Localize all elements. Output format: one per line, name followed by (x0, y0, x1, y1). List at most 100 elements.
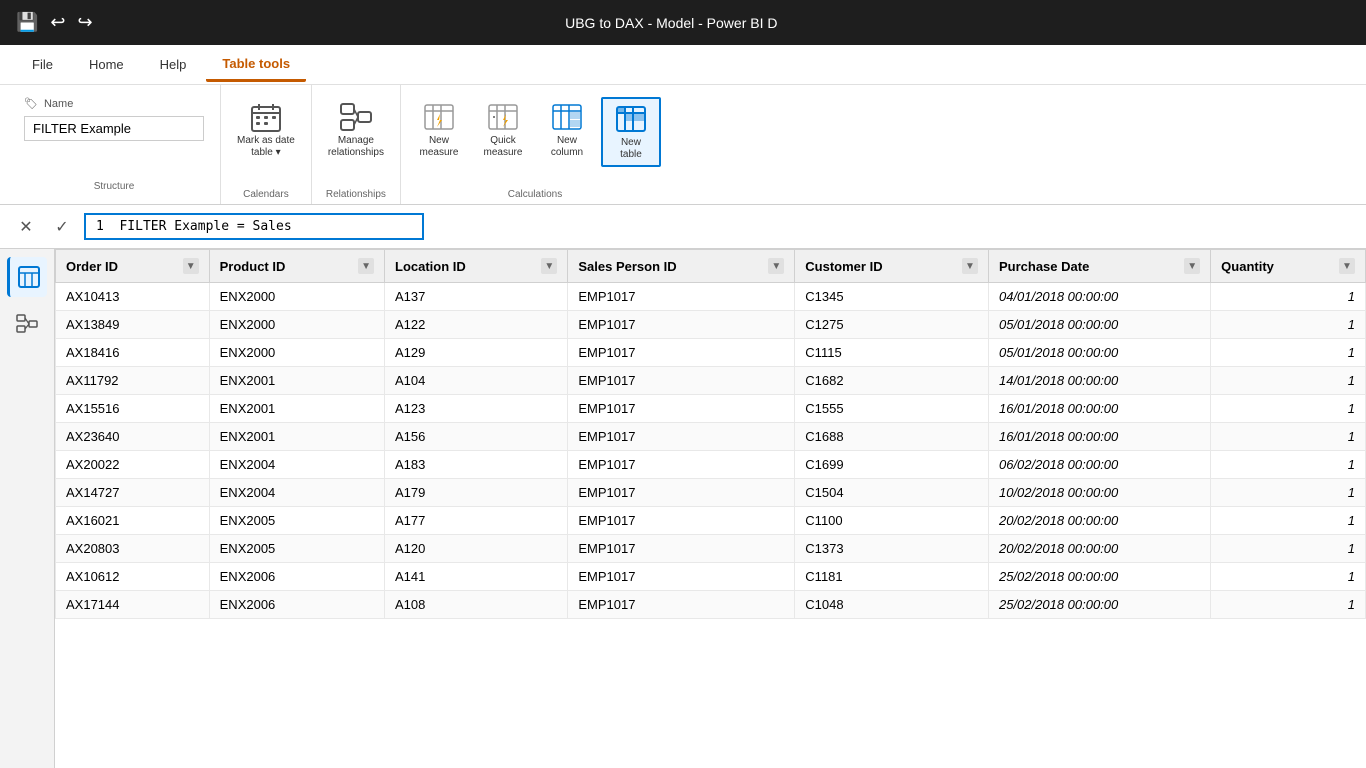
purchase-date-filter-btn[interactable]: ▼ (1184, 258, 1200, 274)
save-icon[interactable]: 💾 (16, 12, 38, 33)
table-cell[interactable]: 16/01/2018 00:00:00 (988, 423, 1210, 451)
order-id-filter-btn[interactable]: ▼ (183, 258, 199, 274)
table-cell[interactable]: C1688 (795, 423, 989, 451)
table-cell[interactable]: A123 (385, 395, 568, 423)
table-cell[interactable]: EMP1017 (568, 535, 795, 563)
table-cell[interactable]: 1 (1211, 507, 1366, 535)
data-grid[interactable]: Order ID ▼ Product ID ▼ Location ID (55, 249, 1366, 768)
formula-input[interactable] (84, 213, 424, 240)
table-cell[interactable]: AX20022 (56, 451, 210, 479)
table-cell[interactable]: ENX2006 (209, 563, 384, 591)
table-cell[interactable]: 25/02/2018 00:00:00 (988, 591, 1210, 619)
table-cell[interactable]: C1181 (795, 563, 989, 591)
table-cell[interactable]: 1 (1211, 451, 1366, 479)
table-cell[interactable]: A179 (385, 479, 568, 507)
table-cell[interactable]: C1504 (795, 479, 989, 507)
table-cell[interactable]: C1100 (795, 507, 989, 535)
table-cell[interactable]: EMP1017 (568, 507, 795, 535)
table-cell[interactable]: C1682 (795, 367, 989, 395)
table-cell[interactable]: EMP1017 (568, 423, 795, 451)
table-cell[interactable]: AX18416 (56, 339, 210, 367)
table-cell[interactable]: EMP1017 (568, 451, 795, 479)
table-cell[interactable]: AX10612 (56, 563, 210, 591)
table-cell[interactable]: ENX2001 (209, 367, 384, 395)
table-cell[interactable]: 04/01/2018 00:00:00 (988, 283, 1210, 311)
table-cell[interactable]: EMP1017 (568, 367, 795, 395)
mark-as-date-table-button[interactable]: Mark as datetable ▾ (229, 97, 303, 163)
table-cell[interactable]: A177 (385, 507, 568, 535)
location-id-filter-btn[interactable]: ▼ (541, 258, 557, 274)
sidebar-table-view-icon[interactable] (7, 257, 47, 297)
table-cell[interactable]: AX15516 (56, 395, 210, 423)
table-cell[interactable]: AX16021 (56, 507, 210, 535)
menu-help[interactable]: Help (144, 49, 203, 80)
quantity-filter-btn[interactable]: ▼ (1339, 258, 1355, 274)
table-cell[interactable]: C1048 (795, 591, 989, 619)
quick-measure-button[interactable]: Quickmeasure (473, 97, 533, 163)
undo-icon[interactable]: ↩ (50, 12, 65, 33)
table-cell[interactable]: ENX2006 (209, 591, 384, 619)
redo-icon[interactable]: ↪ (78, 12, 93, 33)
table-cell[interactable]: 10/02/2018 00:00:00 (988, 479, 1210, 507)
product-id-filter-btn[interactable]: ▼ (358, 258, 374, 274)
table-cell[interactable]: EMP1017 (568, 339, 795, 367)
table-cell[interactable]: AX20803 (56, 535, 210, 563)
table-cell[interactable]: EMP1017 (568, 311, 795, 339)
table-cell[interactable]: 1 (1211, 423, 1366, 451)
table-cell[interactable]: EMP1017 (568, 591, 795, 619)
table-cell[interactable]: ENX2005 (209, 535, 384, 563)
table-cell[interactable]: AX13849 (56, 311, 210, 339)
table-cell[interactable]: A104 (385, 367, 568, 395)
table-cell[interactable]: A141 (385, 563, 568, 591)
table-cell[interactable]: 1 (1211, 367, 1366, 395)
menu-file[interactable]: File (16, 49, 69, 80)
new-table-button[interactable]: Newtable (601, 97, 661, 167)
table-cell[interactable]: C1699 (795, 451, 989, 479)
table-cell[interactable]: A156 (385, 423, 568, 451)
table-cell[interactable]: 1 (1211, 591, 1366, 619)
menu-home[interactable]: Home (73, 49, 140, 80)
table-cell[interactable]: 05/01/2018 00:00:00 (988, 311, 1210, 339)
table-cell[interactable]: 1 (1211, 311, 1366, 339)
table-cell[interactable]: AX17144 (56, 591, 210, 619)
table-cell[interactable]: ENX2004 (209, 451, 384, 479)
formula-confirm-button[interactable]: ✓ (48, 213, 76, 241)
new-measure-button[interactable]: Newmeasure (409, 97, 469, 163)
table-cell[interactable]: 16/01/2018 00:00:00 (988, 395, 1210, 423)
table-cell[interactable]: C1373 (795, 535, 989, 563)
table-cell[interactable]: C1115 (795, 339, 989, 367)
table-cell[interactable]: A137 (385, 283, 568, 311)
table-name-input[interactable] (24, 116, 204, 141)
table-cell[interactable]: A183 (385, 451, 568, 479)
table-cell[interactable]: 06/02/2018 00:00:00 (988, 451, 1210, 479)
table-cell[interactable]: A122 (385, 311, 568, 339)
table-cell[interactable]: ENX2000 (209, 311, 384, 339)
table-cell[interactable]: EMP1017 (568, 283, 795, 311)
table-cell[interactable]: AX14727 (56, 479, 210, 507)
table-cell[interactable]: AX10413 (56, 283, 210, 311)
table-cell[interactable]: 20/02/2018 00:00:00 (988, 507, 1210, 535)
menu-table-tools[interactable]: Table tools (206, 48, 306, 82)
sidebar-model-view-icon[interactable] (7, 305, 47, 345)
table-cell[interactable]: 1 (1211, 479, 1366, 507)
table-cell[interactable]: EMP1017 (568, 479, 795, 507)
table-cell[interactable]: A120 (385, 535, 568, 563)
table-cell[interactable]: 1 (1211, 563, 1366, 591)
table-cell[interactable]: C1345 (795, 283, 989, 311)
formula-cancel-button[interactable]: ✕ (12, 213, 40, 241)
table-cell[interactable]: 25/02/2018 00:00:00 (988, 563, 1210, 591)
table-cell[interactable]: ENX2004 (209, 479, 384, 507)
manage-relationships-button[interactable]: Managerelationships (320, 97, 392, 163)
table-cell[interactable]: 05/01/2018 00:00:00 (988, 339, 1210, 367)
table-cell[interactable]: C1555 (795, 395, 989, 423)
table-cell[interactable]: 1 (1211, 395, 1366, 423)
table-cell[interactable]: A129 (385, 339, 568, 367)
table-cell[interactable]: C1275 (795, 311, 989, 339)
table-cell[interactable]: ENX2000 (209, 283, 384, 311)
new-column-button[interactable]: Newcolumn (537, 97, 597, 163)
customer-id-filter-btn[interactable]: ▼ (962, 258, 978, 274)
table-cell[interactable]: A108 (385, 591, 568, 619)
table-cell[interactable]: ENX2000 (209, 339, 384, 367)
table-cell[interactable]: AX23640 (56, 423, 210, 451)
sales-person-id-filter-btn[interactable]: ▼ (768, 258, 784, 274)
